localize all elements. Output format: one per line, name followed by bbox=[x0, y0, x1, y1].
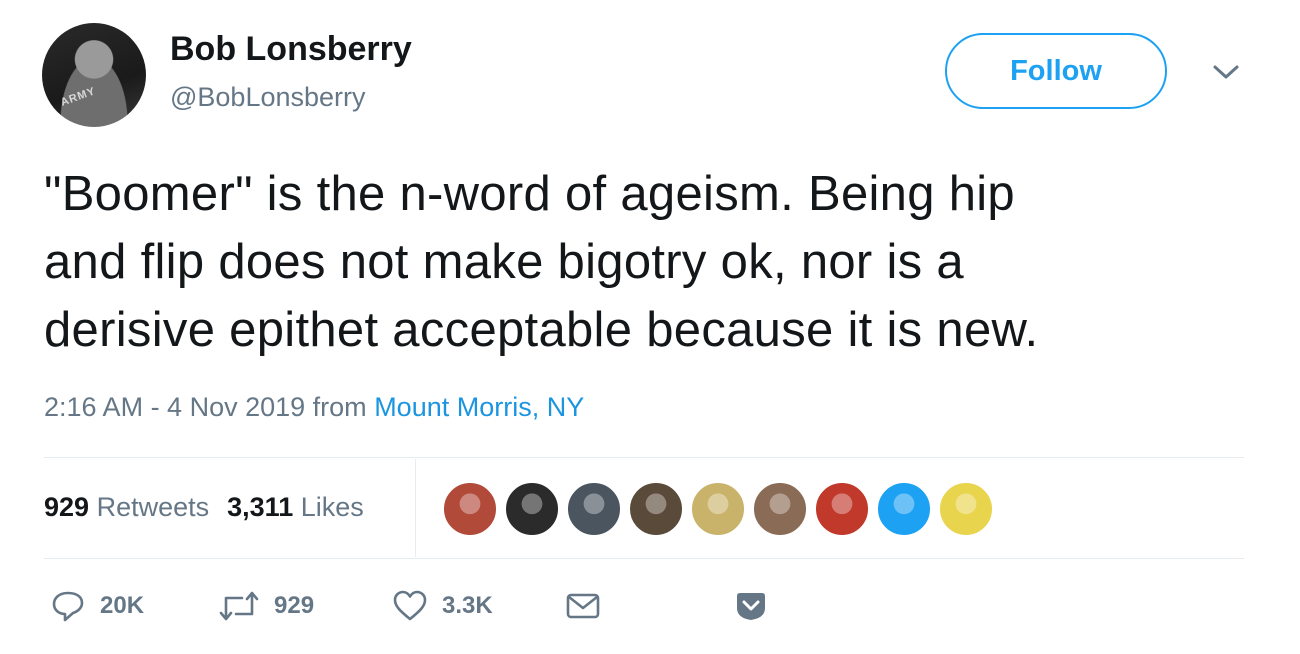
tweet-stats: 929 Retweets 3,311 Likes bbox=[44, 492, 364, 523]
likes-label: Likes bbox=[300, 492, 364, 522]
direct-message-button[interactable] bbox=[565, 588, 601, 624]
tweet-line: derisive epithet acceptable because it i… bbox=[44, 303, 1039, 357]
reply-icon bbox=[50, 588, 86, 624]
avatar-shirt-text: ARMY bbox=[59, 85, 98, 109]
liker-avatar-7[interactable] bbox=[814, 481, 870, 537]
heart-icon bbox=[392, 588, 428, 624]
avatar[interactable]: ARMY bbox=[42, 23, 146, 127]
tweet-line: "Boomer" is the n-word of ageism. Being … bbox=[44, 167, 1015, 221]
user-handle[interactable]: @BobLonsberry bbox=[170, 82, 366, 113]
like-button[interactable]: 3.3K bbox=[392, 588, 493, 624]
like-count: 3.3K bbox=[442, 592, 493, 619]
retweet-count: 929 bbox=[274, 592, 315, 619]
liker-avatar-8[interactable] bbox=[876, 481, 932, 537]
tweet-line: and flip does not make bigotry ok, nor i… bbox=[44, 235, 964, 289]
from-label: from bbox=[312, 392, 367, 422]
display-name[interactable]: Bob Lonsberry bbox=[170, 30, 412, 69]
tweet-meta: 2:16 AM - 4 Nov 2019 from Mount Morris, … bbox=[44, 392, 584, 423]
reply-count: 20K bbox=[100, 592, 145, 619]
retweets-count: 929 bbox=[44, 492, 90, 522]
tweet-text: "Boomer" is the n-word of ageism. Being … bbox=[44, 160, 1274, 364]
retweets-stat[interactable]: 929 Retweets bbox=[44, 492, 209, 522]
liker-avatar-5[interactable] bbox=[690, 481, 746, 537]
tweet-timestamp[interactable]: 2:16 AM - 4 Nov 2019 bbox=[44, 392, 305, 422]
liker-avatar-4[interactable] bbox=[628, 481, 684, 537]
likes-count: 3,311 bbox=[227, 492, 294, 522]
follow-button[interactable]: Follow bbox=[945, 33, 1167, 109]
envelope-icon bbox=[565, 588, 601, 624]
caret-badge-icon bbox=[733, 588, 769, 624]
caret-down-icon[interactable] bbox=[1212, 62, 1240, 82]
liker-avatar-1[interactable] bbox=[442, 481, 498, 537]
reply-button[interactable]: 20K bbox=[50, 588, 144, 624]
more-button[interactable] bbox=[733, 588, 769, 624]
liker-avatar-9[interactable] bbox=[938, 481, 994, 537]
retweet-button[interactable]: 929 bbox=[218, 588, 314, 624]
stats-divider bbox=[415, 459, 416, 557]
location-link[interactable]: Mount Morris, NY bbox=[374, 392, 584, 422]
liker-avatar-6[interactable] bbox=[752, 481, 808, 537]
divider bbox=[44, 457, 1244, 458]
likes-stat[interactable]: 3,311 Likes bbox=[227, 492, 364, 522]
divider bbox=[44, 558, 1244, 559]
retweets-label: Retweets bbox=[96, 492, 210, 522]
liker-avatar-2[interactable] bbox=[504, 481, 560, 537]
retweet-icon bbox=[218, 588, 260, 624]
liker-avatar-3[interactable] bbox=[566, 481, 622, 537]
